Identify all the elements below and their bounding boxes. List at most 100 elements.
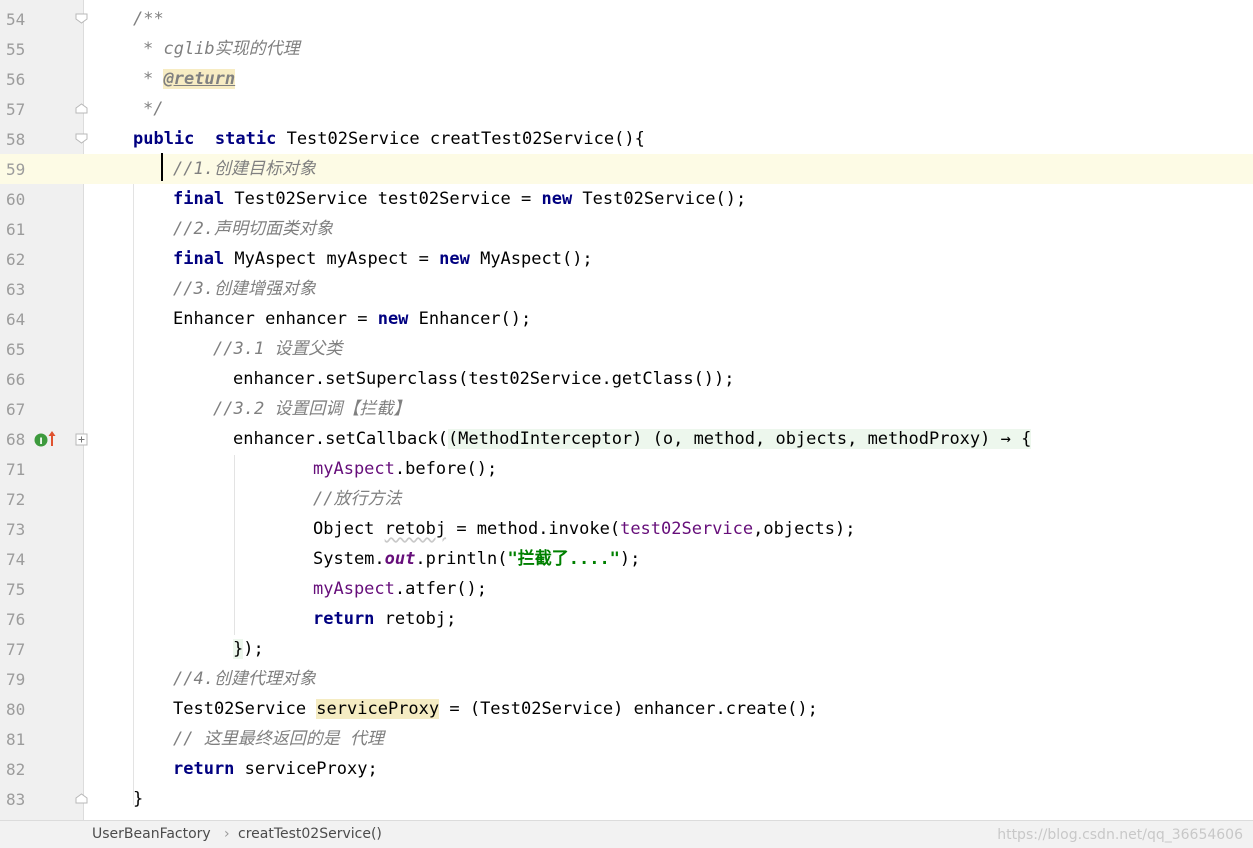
- keyword-final: final: [173, 189, 225, 209]
- statement: myAspect.before();: [313, 457, 497, 481]
- line-number: 76: [6, 610, 26, 629]
- code-line: 76 return retobj;: [0, 604, 1253, 634]
- code-line: 55 * cglib实现的代理: [0, 34, 1253, 64]
- line-number: 64: [6, 310, 26, 329]
- fold-start-icon[interactable]: [75, 133, 88, 144]
- fold-start-icon[interactable]: [75, 13, 88, 24]
- comment: //3.1 设置父类: [213, 339, 343, 359]
- highlighted-variable: serviceProxy: [316, 699, 440, 719]
- code-text: retobj;: [374, 609, 457, 629]
- code-text: Test02Service();: [572, 189, 747, 209]
- fold-end-icon[interactable]: [75, 793, 88, 804]
- code-line: 72 //放行方法: [0, 484, 1253, 514]
- code-line: 65 //3.1 设置父类: [0, 334, 1253, 364]
- statement: });: [233, 637, 264, 661]
- line-number: 68: [6, 430, 26, 449]
- code-text: Enhancer();: [408, 309, 532, 329]
- line-number: 75: [6, 580, 26, 599]
- breadcrumb-method[interactable]: creatTest02Service(): [238, 826, 382, 842]
- code-text: = method.invoke(: [446, 519, 621, 539]
- folded-lambda[interactable]: (MethodInterceptor) (o, method, objects,…: [447, 429, 1032, 449]
- code-line: 73 Object retobj = method.invoke(test02S…: [0, 514, 1253, 544]
- keyword-public: public: [133, 129, 195, 149]
- code-line: 82 return serviceProxy;: [0, 754, 1253, 784]
- line-number: 54: [6, 10, 26, 29]
- code-text: MyAspect myAspect =: [224, 249, 440, 269]
- line-number: 60: [6, 190, 26, 209]
- keyword-final: final: [173, 249, 225, 269]
- line-number: 72: [6, 490, 26, 509]
- line-number: 55: [6, 40, 26, 59]
- statement: return serviceProxy;: [173, 757, 378, 781]
- closing-brace: }: [133, 789, 144, 809]
- code-line: 57 */: [0, 94, 1253, 124]
- lambda-close-brace: }: [233, 639, 244, 659]
- implementation-up-arrow-icon[interactable]: I: [34, 429, 58, 449]
- comment: //3.创建增强对象: [173, 279, 316, 299]
- code-line: 80 Test02Service serviceProxy = (Test02S…: [0, 694, 1253, 724]
- line-number: 56: [6, 70, 26, 89]
- statement: System.out.println("拦截了....");: [313, 547, 640, 571]
- doc-return-tag: @return: [163, 69, 236, 89]
- code-text: serviceProxy;: [234, 759, 378, 779]
- method-declaration: Test02Service creatTest02Service(){: [286, 129, 645, 149]
- doc-star: *: [143, 69, 164, 89]
- code-line: 60 final Test02Service test02Service = n…: [0, 184, 1253, 214]
- typo-variable: retobj: [384, 519, 447, 539]
- watermark: https://blog.csdn.net/qq_36654606: [997, 827, 1243, 843]
- doc-comment: * @return: [143, 67, 236, 91]
- code-text: Test02Service test02Service =: [224, 189, 542, 209]
- comment: //放行方法: [313, 489, 402, 509]
- code-text: ,objects);: [753, 519, 856, 539]
- line-number: 58: [6, 130, 26, 149]
- breadcrumb: UserBeanFactory › creatTest02Service() h…: [0, 820, 1253, 848]
- line-number: 73: [6, 520, 26, 539]
- line-number: 63: [6, 280, 26, 299]
- statement: return retobj;: [313, 607, 456, 631]
- code-text: );: [619, 549, 641, 569]
- marker-label: I: [39, 437, 42, 447]
- line-number: 82: [6, 760, 26, 779]
- statement: Enhancer enhancer = new Enhancer();: [173, 307, 531, 331]
- code-line: 75 myAspect.atfer();: [0, 574, 1253, 604]
- code-line: 77 });: [0, 634, 1253, 664]
- breadcrumb-class[interactable]: UserBeanFactory: [92, 826, 211, 842]
- line-number: 59: [6, 160, 26, 179]
- field-reference: myAspect: [313, 579, 395, 599]
- keyword-return: return: [173, 759, 235, 779]
- line-number: 61: [6, 220, 26, 239]
- doc-comment: */: [143, 99, 164, 119]
- statement: Test02Service serviceProxy = (Test02Serv…: [173, 697, 818, 721]
- keyword-new: new: [377, 309, 409, 329]
- statement: Object retobj = method.invoke(test02Serv…: [313, 517, 856, 541]
- field-reference: test02Service: [620, 519, 754, 539]
- code-line: 63 //3.创建增强对象: [0, 274, 1253, 304]
- breadcrumb-separator: ›: [224, 826, 230, 842]
- line-number: 77: [6, 640, 26, 659]
- code-line: 68 I enhancer.setCallback((MethodInterce…: [0, 424, 1253, 454]
- fold-end-icon[interactable]: [75, 103, 88, 114]
- line-number: 83: [6, 790, 26, 809]
- line-number: 71: [6, 460, 26, 479]
- code-text: enhancer.setCallback(: [233, 429, 448, 449]
- code-text: MyAspect();: [469, 249, 593, 269]
- doc-comment: * cglib实现的代理: [143, 39, 300, 59]
- code-line: 79 //4.创建代理对象: [0, 664, 1253, 694]
- line-number: 80: [6, 700, 26, 719]
- field-reference: myAspect: [313, 459, 395, 479]
- current-line: 59 //1.创建目标对象: [0, 154, 1253, 184]
- code-line: 56 * @return: [0, 64, 1253, 94]
- line-number: 79: [6, 670, 26, 689]
- code-line: 81 // 这里最终返回的是 代理: [0, 724, 1253, 754]
- code-text: .before();: [394, 459, 498, 479]
- expand-fold-icon[interactable]: [75, 433, 88, 446]
- statement: final MyAspect myAspect = new MyAspect()…: [173, 247, 593, 271]
- line-number: 65: [6, 340, 26, 359]
- keyword-return: return: [313, 609, 375, 629]
- code-line: 83 }: [0, 784, 1253, 814]
- statement: enhancer.setSuperclass(test02Service.get…: [233, 369, 735, 389]
- code-line: 74 System.out.println("拦截了....");: [0, 544, 1253, 574]
- code-text: .atfer();: [394, 579, 488, 599]
- code-text: Object: [313, 519, 385, 539]
- doc-comment: /**: [133, 9, 164, 29]
